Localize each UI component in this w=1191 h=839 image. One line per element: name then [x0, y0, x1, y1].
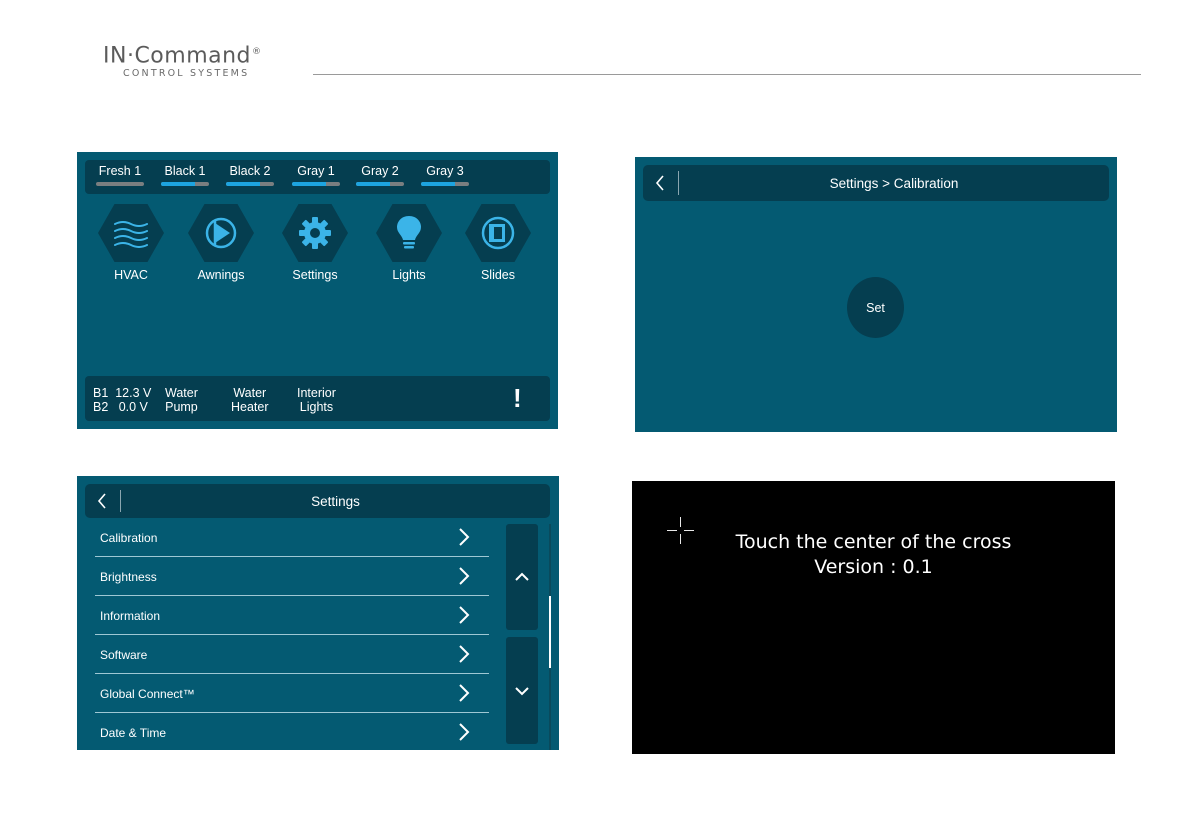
- settings-item-label: Software: [100, 648, 148, 662]
- tank-fresh-1[interactable]: Fresh 1: [95, 164, 145, 186]
- interior-lights-toggle[interactable]: Interior Lights: [297, 386, 336, 414]
- tank-label: Gray 3: [426, 164, 464, 178]
- settings-screen: Settings Calibration Brightness Informat…: [77, 476, 559, 750]
- tank-level-track: [292, 182, 340, 186]
- brand-logo: IN·Command® CONTROL SYSTEMS: [103, 40, 262, 80]
- home-screen: Fresh 1 Black 1 Black 2 Gray 1 Gray 2 Gr…: [77, 152, 558, 429]
- chevron-up-icon: [515, 572, 529, 581]
- chevron-right-icon: [459, 606, 470, 624]
- awnings-label: Awnings: [197, 268, 245, 282]
- chevron-left-icon: [655, 175, 664, 191]
- tank-level-fill: [161, 182, 195, 186]
- battery-voltages: B1 12.3 V B2 0.0 V: [93, 386, 151, 414]
- set-button[interactable]: Set: [847, 277, 904, 338]
- settings-item-calibration[interactable]: Calibration: [95, 518, 489, 557]
- scroll-up-button[interactable]: [506, 524, 538, 630]
- touch-instruction: Touch the center of the cross: [735, 531, 1012, 553]
- tank-levels-bar: Fresh 1 Black 1 Black 2 Gray 1 Gray 2 Gr…: [85, 160, 550, 194]
- brand-name: IN·Command: [103, 43, 252, 69]
- chevron-right-icon: [459, 645, 470, 663]
- interior-lights-label-line1: Interior: [297, 386, 336, 400]
- settings-item-label: Information: [100, 609, 161, 623]
- tank-level-track: [356, 182, 404, 186]
- settings-item-label: Calibration: [100, 531, 158, 545]
- calibration-screen: Settings > Calibration Set: [635, 157, 1117, 432]
- settings-item-brightness[interactable]: Brightness: [95, 557, 489, 596]
- page-title: Settings > Calibration: [829, 175, 959, 191]
- chevron-right-icon: [459, 567, 470, 585]
- water-pump-label-line1: Water: [165, 386, 198, 400]
- lights-label: Lights: [392, 268, 426, 282]
- chevron-right-icon: [459, 684, 470, 702]
- tank-gray-1[interactable]: Gray 1: [291, 164, 341, 186]
- page-title: Settings: [311, 493, 360, 509]
- registered-mark: ®: [252, 47, 262, 57]
- tank-label: Gray 2: [361, 164, 399, 178]
- slides-label: Slides: [480, 268, 516, 282]
- lightbulb-icon: [376, 204, 442, 262]
- settings-item-information[interactable]: Information: [95, 596, 489, 635]
- tank-label: Black 1: [164, 164, 206, 178]
- scroll-down-button[interactable]: [506, 637, 538, 744]
- tank-level-fill: [356, 182, 390, 186]
- settings-button[interactable]: Settings: [280, 204, 350, 282]
- chevron-down-icon: [515, 686, 529, 695]
- version-text: Version : 0.1: [814, 556, 933, 578]
- status-bar: B1 12.3 V B2 0.0 V Water Pump Water Heat…: [85, 376, 550, 421]
- water-pump-toggle[interactable]: Water Pump: [165, 386, 198, 414]
- water-pump-label-line2: Pump: [165, 400, 198, 414]
- scrollbar-thumb[interactable]: [549, 596, 551, 668]
- settings-item-label: Date & Time: [100, 726, 167, 740]
- settings-item-global-connect[interactable]: Global Connect™: [95, 674, 489, 713]
- brand-subtitle: CONTROL SYSTEMS: [123, 68, 250, 80]
- hvac-button[interactable]: HVAC: [96, 204, 166, 282]
- tank-label: Gray 1: [297, 164, 335, 178]
- chevron-right-icon: [459, 723, 470, 741]
- header-divider: [313, 74, 1141, 75]
- hvac-label: HVAC: [114, 268, 148, 282]
- scrollbar[interactable]: [549, 524, 551, 750]
- tank-level-fill: [226, 182, 260, 186]
- slides-button[interactable]: Slides: [463, 204, 533, 282]
- battery-2-voltage: B2 0.0 V: [93, 400, 148, 414]
- tank-level-track: [226, 182, 274, 186]
- settings-item-software[interactable]: Software: [95, 635, 489, 674]
- tank-level-track: [161, 182, 209, 186]
- tank-gray-3[interactable]: Gray 3: [420, 164, 470, 186]
- awning-icon: [188, 204, 254, 262]
- tank-level-fill: [421, 182, 455, 186]
- lights-button[interactable]: Lights: [374, 204, 444, 282]
- chevron-left-icon: [97, 493, 106, 509]
- battery-1-voltage: B1 12.3 V: [93, 386, 152, 400]
- settings-item-date-time[interactable]: Date & Time: [95, 713, 489, 750]
- touch-calibration-screen: Touch the center of the cross Version : …: [632, 481, 1115, 754]
- calibration-top-bar: Settings > Calibration: [643, 165, 1109, 201]
- tank-label: Black 2: [229, 164, 271, 178]
- back-button[interactable]: [643, 165, 677, 201]
- tank-black-1[interactable]: Black 1: [160, 164, 210, 186]
- settings-item-label: Brightness: [100, 570, 157, 584]
- alert-icon[interactable]: !: [513, 384, 522, 412]
- hvac-waves-icon: [98, 204, 164, 262]
- water-heater-toggle[interactable]: Water Heater: [231, 386, 269, 414]
- gear-icon: [282, 204, 348, 262]
- tank-black-2[interactable]: Black 2: [225, 164, 275, 186]
- awnings-button[interactable]: Awnings: [186, 204, 256, 282]
- settings-label: Settings: [292, 268, 338, 282]
- interior-lights-label-line2: Lights: [299, 400, 334, 414]
- back-button[interactable]: [85, 484, 119, 518]
- water-heater-label-line1: Water: [233, 386, 267, 400]
- tank-label: Fresh 1: [98, 164, 142, 178]
- slide-icon: [465, 204, 531, 262]
- chevron-right-icon: [459, 528, 470, 546]
- water-heater-label-line2: Heater: [231, 400, 269, 414]
- tank-level-track: [96, 182, 144, 186]
- tank-level-track: [421, 182, 469, 186]
- settings-item-label: Global Connect™: [100, 687, 195, 701]
- settings-top-bar: Settings: [85, 484, 550, 518]
- tank-level-fill: [292, 182, 326, 186]
- tank-gray-2[interactable]: Gray 2: [355, 164, 405, 186]
